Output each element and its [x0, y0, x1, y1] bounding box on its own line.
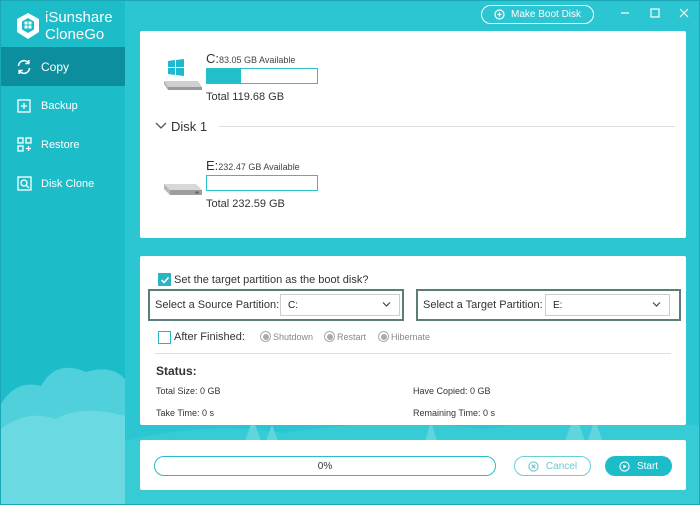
chevron-down-icon [652, 302, 661, 307]
after-finished-option: After Finished: Shutdown Restart Hiberna… [158, 329, 488, 345]
partition-c[interactable]: C:83.05 GB Available Total 119.68 GB [162, 51, 322, 111]
sidebar-item-disk-clone[interactable]: Disk Clone [1, 164, 125, 203]
shutdown-radio[interactable]: Shutdown [260, 331, 313, 342]
start-label: Start [636, 460, 659, 472]
partition-total: Total 119.68 GB [206, 91, 285, 103]
sidebar: iSunshare CloneGo Copy Backup Restore Di… [1, 1, 125, 504]
cancel-circle-icon [528, 460, 539, 472]
make-boot-disk-label: Make Boot Disk [510, 9, 582, 20]
usage-fill [207, 69, 242, 83]
disk-group-header: Disk 1 [155, 118, 675, 134]
target-partition-label: Select a Target Partition: [423, 299, 543, 311]
chevron-down-icon[interactable] [155, 122, 167, 130]
sidebar-item-restore[interactable]: Restore [1, 125, 125, 164]
after-finished-checkbox[interactable] [158, 330, 171, 344]
target-partition-group: Select a Target Partition: E: [416, 289, 681, 321]
sidebar-item-copy[interactable]: Copy [1, 47, 125, 86]
restore-grid-icon [15, 136, 33, 154]
partition-usage-bar [206, 68, 318, 84]
partition-available: 232.47 GB Available [218, 162, 300, 172]
radio-dot-icon [378, 331, 389, 342]
boot-disk-icon [494, 9, 505, 20]
after-finished-label: After Finished: [174, 331, 245, 343]
sidebar-item-label: Copy [41, 59, 70, 74]
make-boot-disk-button[interactable]: Make Boot Disk [481, 5, 594, 24]
sidebar-item-label: Disk Clone [41, 177, 95, 190]
partition-letter: E: [206, 158, 219, 173]
minimize-button[interactable] [615, 3, 635, 23]
sidebar-nav: Copy Backup Restore Disk Clone [1, 47, 125, 203]
brand-name-line2: CloneGo [45, 26, 105, 43]
minimize-icon [621, 12, 629, 14]
partition-usage-bar [206, 175, 318, 191]
app-window: iSunshare CloneGo Copy Backup Restore Di… [0, 0, 700, 505]
source-partition-value: C: [288, 299, 298, 311]
target-partition-select[interactable]: E: [545, 294, 670, 316]
cancel-button[interactable]: Cancel [514, 456, 591, 476]
title-bar: Make Boot Disk [125, 1, 699, 29]
checkmark-icon [160, 276, 169, 284]
partition-e[interactable]: E:232.47 GB Available Total 232.59 GB [162, 158, 322, 218]
boot-disk-option: Set the target partition as the boot dis… [158, 273, 368, 286]
separator [155, 353, 671, 354]
progress-percent: 0% [317, 460, 333, 472]
app-logo-icon [17, 13, 39, 39]
shutdown-label: Shutdown [273, 331, 314, 342]
separator [219, 125, 675, 127]
options-panel: Set the target partition as the boot dis… [140, 256, 686, 425]
hibernate-radio[interactable]: Hibernate [378, 331, 430, 342]
partition-available: 83.05 GB Available [219, 55, 296, 65]
have-copied-stat: Have Copied: 0 GB [413, 386, 491, 396]
source-partition-group: Select a Source Partition: C: [148, 289, 404, 321]
disk-list-panel: C:83.05 GB Available Total 119.68 GB Dis… [140, 31, 686, 238]
close-icon [679, 8, 689, 18]
take-time-stat: Take Time: 0 s [156, 408, 215, 418]
cloud-decoration [1, 367, 125, 504]
windows-drive-icon [164, 59, 202, 90]
maximize-icon [650, 8, 660, 18]
copy-cycle-icon [15, 58, 33, 76]
source-partition-label: Select a Source Partition: [155, 299, 280, 311]
maximize-button[interactable] [645, 3, 665, 23]
brand-name-line1: iSunshare [45, 9, 113, 26]
restart-radio[interactable]: Restart [324, 331, 366, 342]
chevron-down-icon [382, 302, 391, 307]
source-partition-select[interactable]: C: [280, 294, 400, 316]
sidebar-item-label: Backup [41, 99, 78, 112]
boot-disk-label: Set the target partition as the boot dis… [174, 273, 369, 286]
radio-dot-icon [260, 331, 271, 342]
boot-disk-checkbox[interactable] [158, 273, 171, 286]
drive-icon [164, 184, 202, 195]
sidebar-item-label: Restore [41, 138, 80, 151]
main-area: Make Boot Disk C:83.05 GB Available Tota… [125, 1, 699, 504]
hibernate-label: Hibernate [391, 331, 431, 342]
target-partition-value: E: [553, 299, 563, 311]
radio-dot-icon [324, 331, 335, 342]
backup-plus-icon [15, 97, 33, 115]
disk-clone-icon [15, 175, 33, 193]
partition-letter: C: [206, 51, 219, 66]
partition-total: Total 232.59 GB [206, 198, 285, 210]
remaining-time-stat: Remaining Time: 0 s [413, 408, 496, 418]
status-title: Status: [156, 364, 197, 378]
total-size-stat: Total Size: 0 GB [156, 386, 221, 396]
close-button[interactable] [674, 3, 694, 23]
restart-label: Restart [337, 331, 367, 342]
disk-group-label: Disk 1 [171, 118, 208, 134]
progress-bar: 0% [154, 456, 496, 476]
sidebar-item-backup[interactable]: Backup [1, 86, 125, 125]
start-button[interactable]: Start [605, 456, 672, 476]
progress-panel: 0% Cancel Start [140, 440, 686, 490]
play-circle-icon [619, 460, 630, 472]
brand: iSunshare CloneGo [15, 9, 113, 43]
cancel-label: Cancel [545, 460, 578, 472]
